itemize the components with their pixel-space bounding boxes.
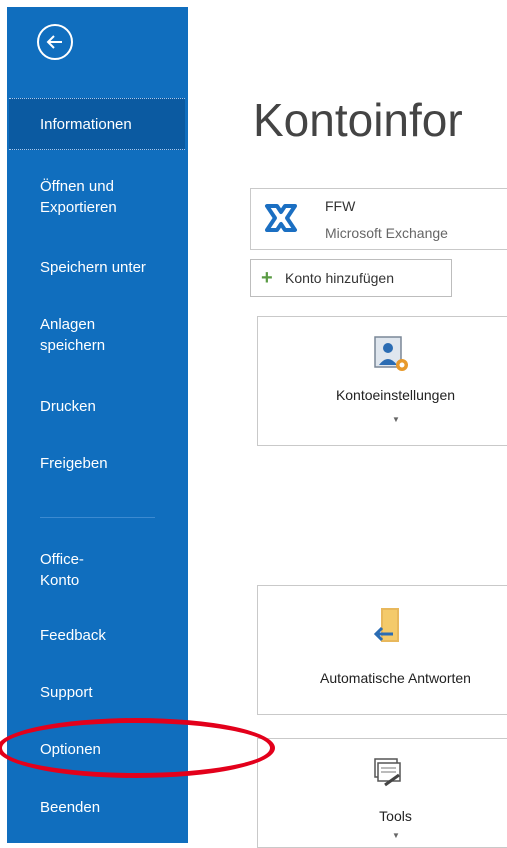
plus-icon: + bbox=[261, 267, 273, 289]
exchange-icon bbox=[263, 200, 299, 236]
highlight-ellipse bbox=[0, 718, 275, 778]
account-type: Microsoft Exchange bbox=[325, 225, 448, 241]
nav-feedback[interactable]: Feedback bbox=[7, 625, 188, 646]
nav-anlagen-speichern[interactable]: Anlagen speichern bbox=[7, 314, 188, 356]
nav-label: Feedback bbox=[40, 627, 106, 644]
nav-speichern-unter[interactable]: Speichern unter bbox=[7, 257, 188, 278]
sidebar-divider bbox=[40, 517, 155, 518]
nav-label: Konto bbox=[40, 572, 80, 589]
automatic-replies-icon bbox=[373, 608, 399, 642]
nav-label: speichern bbox=[40, 337, 106, 354]
tools-label: Tools bbox=[379, 808, 412, 824]
account-settings-icon bbox=[374, 336, 408, 371]
add-account-button[interactable]: + Konto hinzufügen bbox=[250, 259, 452, 297]
account-settings-label: Kontoeinstellungen bbox=[335, 387, 456, 403]
account-name: FFW bbox=[325, 198, 356, 214]
dropdown-caret-icon: ▼ bbox=[392, 831, 400, 840]
nav-label: Office- bbox=[40, 551, 84, 568]
nav-label: Anlagen bbox=[40, 316, 96, 333]
nav-drucken[interactable]: Drucken bbox=[7, 396, 188, 417]
nav-label: Support bbox=[40, 684, 93, 701]
tools-icon bbox=[374, 758, 401, 787]
account-settings-tile[interactable]: Kontoeinstellungen ▼ bbox=[257, 316, 507, 446]
back-arrow-button[interactable] bbox=[37, 24, 73, 60]
automatic-replies-tile[interactable]: Automatische Antworten bbox=[257, 585, 507, 715]
nav-label: Öffnen und bbox=[40, 178, 114, 195]
nav-office-konto[interactable]: Office- Konto bbox=[7, 549, 188, 591]
nav-label: Drucken bbox=[40, 398, 96, 415]
page-title: Kontoinfor bbox=[253, 94, 463, 146]
nav-oeffnen-exportieren[interactable]: Öffnen und Exportieren bbox=[7, 176, 188, 218]
nav-label: Exportieren bbox=[40, 199, 117, 216]
tools-tile[interactable]: Tools ▼ bbox=[257, 738, 507, 848]
dropdown-caret-icon: ▼ bbox=[392, 415, 400, 424]
nav-label: Beenden bbox=[40, 799, 101, 816]
back-arrow-icon bbox=[46, 35, 62, 49]
nav-freigeben[interactable]: Freigeben bbox=[7, 453, 188, 474]
nav-label: Freigeben bbox=[40, 455, 108, 472]
add-account-label: Konto hinzufügen bbox=[285, 270, 394, 286]
nav-label: Speichern unter bbox=[40, 259, 146, 276]
automatic-replies-label: Automatische Antworten bbox=[320, 670, 471, 686]
nav-informationen[interactable]: Informationen bbox=[9, 98, 185, 150]
nav-support[interactable]: Support bbox=[7, 682, 188, 703]
account-selector[interactable]: FFW Microsoft Exchange bbox=[250, 188, 507, 250]
nav-label: Informationen bbox=[40, 116, 132, 133]
nav-beenden[interactable]: Beenden bbox=[7, 797, 188, 818]
